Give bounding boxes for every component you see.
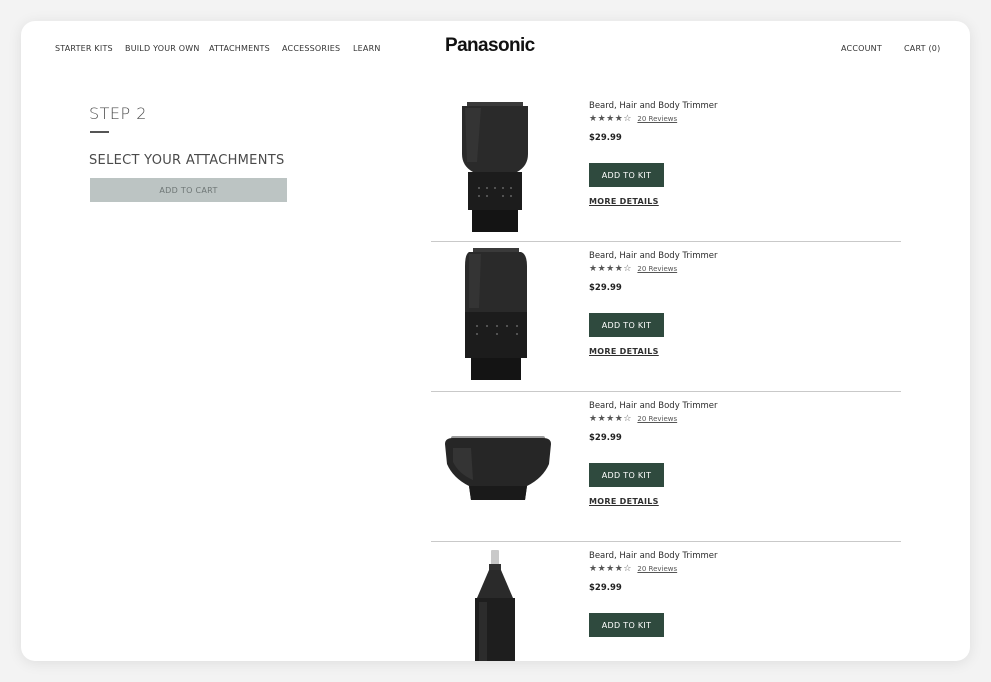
beard-trimmer-image[interactable]: [431, 92, 581, 242]
add-to-kit-button[interactable]: ADD TO KIT: [589, 463, 664, 487]
star-icon: ★: [614, 414, 623, 424]
rating-stars: ★ ★ ★ ★ ☆: [589, 114, 631, 124]
nav-starter-kits[interactable]: STARTER KITS: [55, 44, 113, 53]
star-icon: ★: [589, 114, 598, 124]
select-attachments-title: SELECT YOUR ATTACHMENTS: [89, 153, 285, 168]
product-card: Beard, Hair and Body Trimmer ★ ★ ★ ★ ☆ 2…: [431, 242, 901, 392]
nav-learn[interactable]: LEARN: [353, 44, 381, 53]
star-icon: ★: [597, 564, 606, 574]
star-half-icon: ☆: [623, 564, 632, 574]
star-half-icon: ☆: [623, 264, 632, 274]
star-icon: ★: [606, 564, 615, 574]
star-icon: ★: [606, 114, 615, 124]
nav-accessories[interactable]: ACCESSORIES: [282, 44, 340, 53]
star-icon: ★: [606, 414, 615, 424]
cart-link[interactable]: CART (0): [904, 44, 940, 53]
nav-build-your-own[interactable]: BUILD YOUR OWN: [125, 44, 200, 53]
reviews-link[interactable]: 20 Reviews: [637, 115, 677, 123]
product-rating: ★ ★ ★ ★ ☆ 20 Reviews: [589, 114, 677, 124]
reviews-link[interactable]: 20 Reviews: [637, 265, 677, 273]
page-card: STARTER KITS BUILD YOUR OWN ATTACHMENTS …: [21, 21, 970, 661]
step-underline: [90, 131, 109, 133]
star-icon: ★: [614, 114, 623, 124]
rating-stars: ★ ★ ★ ★ ☆: [589, 414, 631, 424]
product-name[interactable]: Beard, Hair and Body Trimmer: [589, 401, 718, 411]
reviews-link[interactable]: 20 Reviews: [637, 415, 677, 423]
product-card: Beard, Hair and Body Trimmer ★ ★ ★ ★ ☆ 2…: [431, 92, 901, 242]
panasonic-logo[interactable]: Panasonic: [445, 35, 535, 57]
product-price: $29.99: [589, 433, 622, 443]
product-price: $29.99: [589, 283, 622, 293]
add-to-kit-button[interactable]: ADD TO KIT: [589, 613, 664, 637]
product-name[interactable]: Beard, Hair and Body Trimmer: [589, 251, 718, 261]
product-card: Beard, Hair and Body Trimmer ★ ★ ★ ★ ☆ 2…: [431, 392, 901, 542]
product-price: $29.99: [589, 583, 622, 593]
product-price: $29.99: [589, 133, 622, 143]
star-icon: ★: [597, 114, 606, 124]
rating-stars: ★ ★ ★ ★ ☆: [589, 564, 631, 574]
star-icon: ★: [589, 264, 598, 274]
hair-trimmer-image[interactable]: [431, 242, 581, 392]
add-to-kit-button[interactable]: ADD TO KIT: [589, 163, 664, 187]
more-details-link[interactable]: MORE DETAILS: [589, 347, 659, 356]
rating-stars: ★ ★ ★ ★ ☆: [589, 264, 631, 274]
more-details-link[interactable]: MORE DETAILS: [589, 197, 659, 206]
product-rating: ★ ★ ★ ★ ☆ 20 Reviews: [589, 414, 677, 424]
nose-trimmer-image[interactable]: [431, 542, 581, 661]
star-icon: ★: [606, 264, 615, 274]
account-link[interactable]: ACCOUNT: [841, 44, 882, 53]
product-rating: ★ ★ ★ ★ ☆ 20 Reviews: [589, 564, 677, 574]
step-heading: STEP 2: [89, 104, 147, 123]
product-name[interactable]: Beard, Hair and Body Trimmer: [589, 551, 718, 561]
add-to-kit-button[interactable]: ADD TO KIT: [589, 313, 664, 337]
star-half-icon: ☆: [623, 114, 632, 124]
star-icon: ★: [614, 264, 623, 274]
star-icon: ★: [597, 414, 606, 424]
more-details-link[interactable]: MORE DETAILS: [589, 497, 659, 506]
star-icon: ★: [589, 414, 598, 424]
nav-attachments[interactable]: ATTACHMENTS: [209, 44, 270, 53]
star-icon: ★: [597, 264, 606, 274]
product-card: Beard, Hair and Body Trimmer ★ ★ ★ ★ ☆ 2…: [431, 542, 901, 661]
reviews-link[interactable]: 20 Reviews: [637, 565, 677, 573]
product-rating: ★ ★ ★ ★ ☆ 20 Reviews: [589, 264, 677, 274]
star-icon: ★: [589, 564, 598, 574]
add-to-cart-button[interactable]: ADD TO CART: [90, 178, 287, 202]
product-name[interactable]: Beard, Hair and Body Trimmer: [589, 101, 718, 111]
star-half-icon: ☆: [623, 414, 632, 424]
foil-shaver-image[interactable]: [431, 392, 581, 542]
star-icon: ★: [614, 564, 623, 574]
